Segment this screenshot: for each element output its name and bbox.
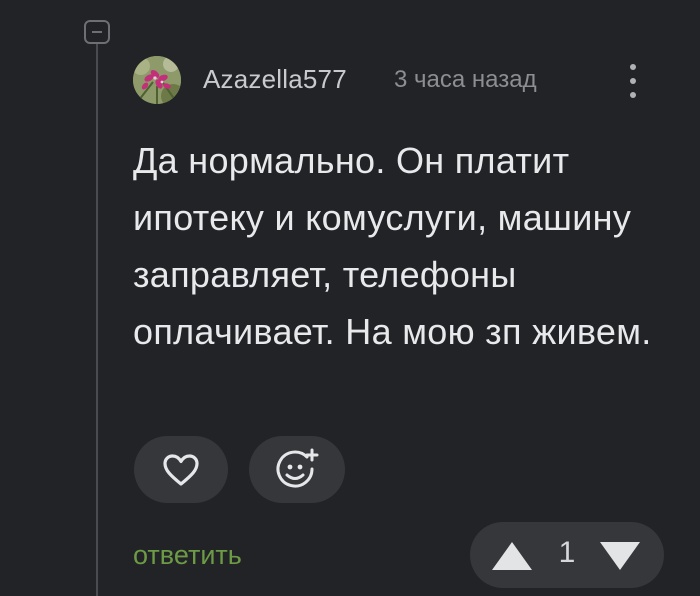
collapse-minus-icon — [92, 31, 102, 33]
comment-body: Да нормально. Он платит ипотеку и комусл… — [133, 140, 652, 352]
reply-link[interactable]: ответить — [133, 540, 242, 571]
triangle-down-icon — [600, 542, 640, 570]
emoji-add-icon — [276, 448, 319, 488]
triangle-up-icon — [492, 542, 532, 570]
vote-control: 1 — [470, 522, 664, 588]
add-reaction-button[interactable] — [249, 436, 345, 503]
more-options-button[interactable] — [620, 60, 646, 102]
thread-line — [96, 42, 98, 596]
comment-screen: Azazella577 3 часа назад Да нормально. О… — [0, 0, 700, 596]
upvote-button[interactable] — [490, 540, 534, 572]
like-button[interactable] — [134, 436, 228, 503]
heart-icon — [163, 453, 199, 486]
avatar-flowers-image — [133, 56, 181, 104]
vote-count: 1 — [558, 536, 576, 569]
more-vertical-icon — [630, 64, 636, 70]
downvote-button[interactable] — [598, 540, 642, 572]
collapse-thread-button[interactable] — [84, 20, 110, 44]
avatar[interactable] — [133, 56, 181, 104]
username[interactable]: Azazella577 — [203, 64, 347, 95]
comment-timestamp: 3 часа назад — [394, 66, 537, 93]
